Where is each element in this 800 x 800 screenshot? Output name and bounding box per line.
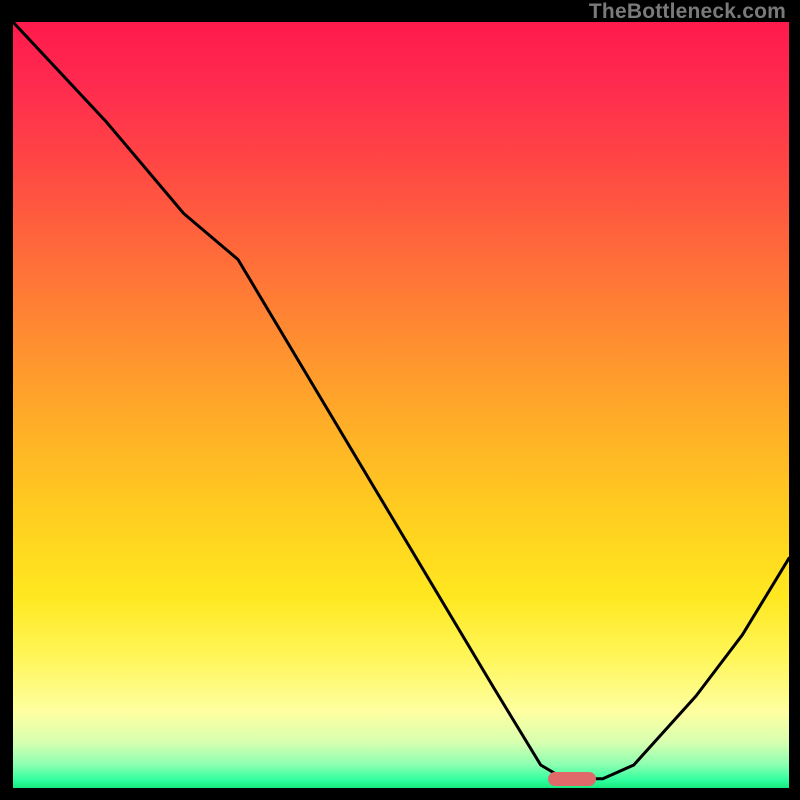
watermark-text: TheBottleneck.com bbox=[589, 0, 786, 24]
optimum-marker bbox=[548, 772, 596, 786]
bottleneck-curve bbox=[13, 22, 789, 788]
chart-frame bbox=[13, 22, 789, 788]
plot-area bbox=[13, 22, 789, 788]
